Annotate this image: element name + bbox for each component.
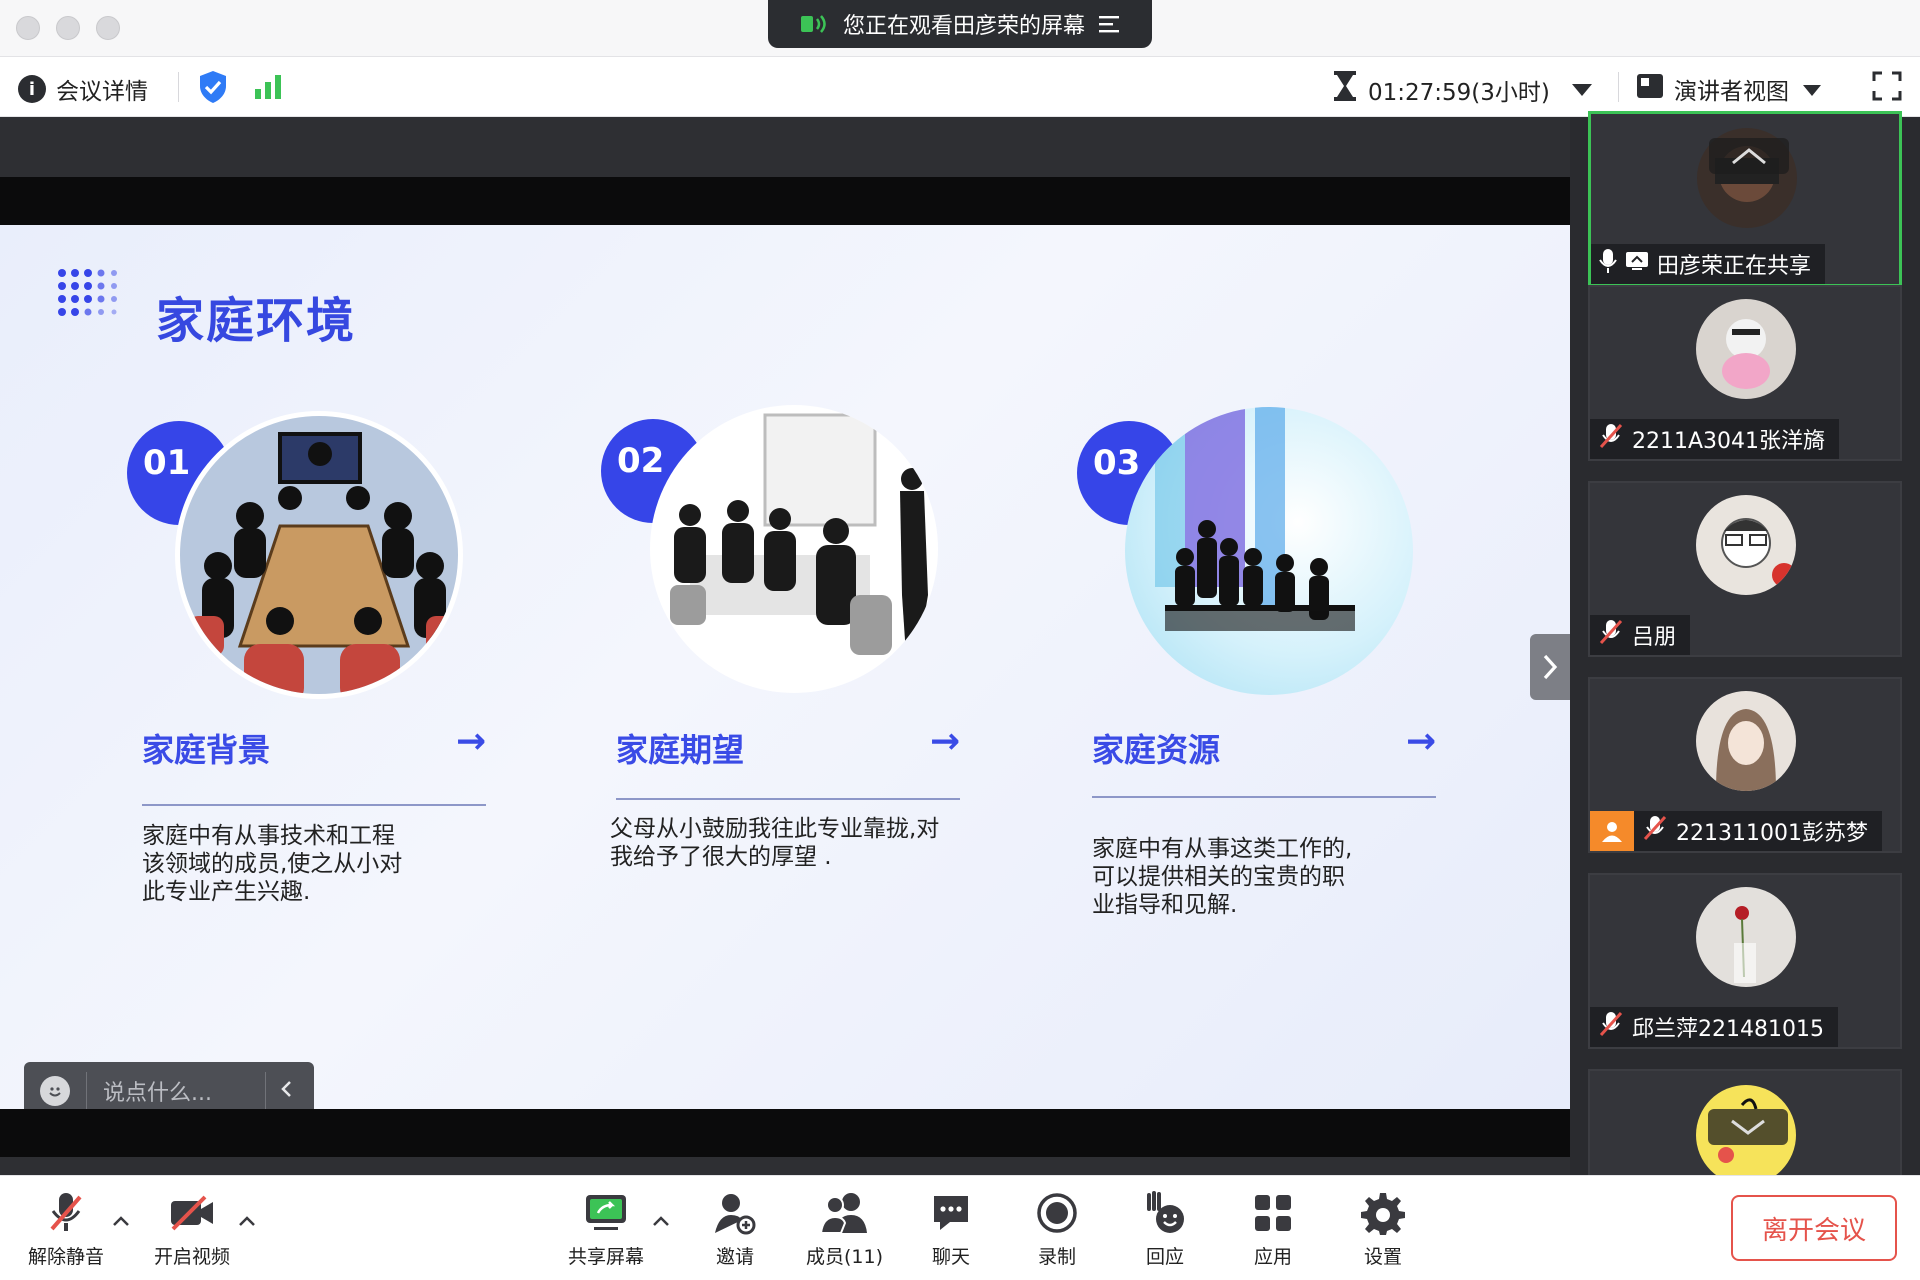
video-off-icon xyxy=(167,1190,217,1236)
chevron-down-icon[interactable] xyxy=(1708,1109,1788,1145)
mic-muted-icon xyxy=(1642,815,1668,847)
presentation-slide: 家庭环境 01 家庭背景 → 家庭中有从事技术和工程 该领域的成员,使之从小对 … xyxy=(0,225,1570,1109)
avatar xyxy=(1696,495,1796,595)
participant-tile[interactable]: 邱兰萍221481015 xyxy=(1588,873,1902,1049)
meeting-info-bar: i 会议详情 01:27:59(3小时) 演讲者视图 xyxy=(0,57,1920,117)
start-video-button[interactable]: 开启视频 xyxy=(154,1190,230,1269)
participant-nameplate: 221311001彭苏梦 xyxy=(1590,811,1882,851)
card-title: 家庭期望 xyxy=(616,731,745,769)
quick-chat-box[interactable]: 说点什么... xyxy=(24,1062,314,1109)
meeting-toolbar: 解除静音 开启视频 共享屏幕 邀请 成员(11) 聊天 录制 回应 应用 设置 … xyxy=(0,1175,1920,1280)
card-description: 家庭中有从事这类工作的, 可以提供相关的宝贵的职 业指导和见解. xyxy=(1092,836,1353,918)
user-avatar-icon xyxy=(1590,811,1634,851)
window-minimize-button[interactable] xyxy=(56,16,80,40)
dots-decoration-icon xyxy=(58,269,117,316)
members-icon xyxy=(820,1190,870,1236)
network-signal-icon[interactable] xyxy=(254,71,284,105)
participant-name: 221311001彭苏梦 xyxy=(1676,821,1868,846)
participant-tile[interactable]: 2211A3041张洋旖 xyxy=(1588,285,1902,461)
card-description: 家庭中有从事技术和工程 该领域的成员,使之从小对 此专业产生兴趣. xyxy=(142,823,403,905)
shared-screen-stage: 家庭环境 01 家庭背景 → 家庭中有从事技术和工程 该领域的成员,使之从小对 … xyxy=(0,117,1570,1175)
chevron-up-icon[interactable] xyxy=(1709,138,1789,174)
participant-nameplate: 2211A3041张洋旖 xyxy=(1590,419,1840,459)
mic-muted-icon xyxy=(1598,423,1624,455)
gear-icon xyxy=(1358,1190,1408,1236)
avatar xyxy=(1696,691,1796,791)
unmute-button[interactable]: 解除静音 xyxy=(28,1190,104,1269)
participant-panel: 田彦荣正在共享 2211A3041张洋旖 吕朋 221311001彭苏梦 邱兰萍… xyxy=(1570,111,1920,1185)
view-mode-label: 演讲者视图 xyxy=(1674,79,1789,105)
security-shield-icon[interactable] xyxy=(198,70,228,108)
window-close-button[interactable] xyxy=(16,16,40,40)
participant-nameplate: 邱兰萍221481015 xyxy=(1590,1007,1838,1047)
collapse-panel-button[interactable] xyxy=(1530,634,1570,700)
office-team-photo xyxy=(1125,407,1413,695)
card-title: 家庭资源 xyxy=(1092,731,1221,769)
record-icon xyxy=(1032,1190,1082,1236)
participant-nameplate: 吕朋 xyxy=(1590,615,1691,655)
screen-share-icon xyxy=(1625,251,1649,277)
meeting-room-photo xyxy=(175,411,463,699)
window-zoom-button[interactable] xyxy=(96,16,120,40)
fullscreen-icon[interactable] xyxy=(1872,71,1902,105)
banner-menu-icon[interactable] xyxy=(1099,14,1121,34)
invite-button[interactable]: 邀请 xyxy=(710,1190,760,1269)
screen-share-banner-text: 您正在观看田彦荣的屏幕 xyxy=(842,14,1085,39)
arrow-right-icon: → xyxy=(1406,721,1437,762)
settings-button[interactable]: 设置 xyxy=(1358,1190,1408,1269)
chevron-up-icon[interactable] xyxy=(112,1212,130,1231)
members-button[interactable]: 成员(11) xyxy=(806,1190,883,1269)
react-button[interactable]: 回应 xyxy=(1140,1190,1190,1269)
share-screen-icon xyxy=(581,1190,631,1236)
chevron-left-icon[interactable] xyxy=(280,1079,292,1104)
emoji-icon[interactable] xyxy=(40,1076,70,1106)
arrow-right-icon: → xyxy=(456,721,487,762)
window-titlebar: 您正在观看田彦荣的屏幕 xyxy=(0,0,1920,57)
participant-tile[interactable]: 221311001彭苏梦 xyxy=(1588,677,1902,853)
chevron-down-icon xyxy=(1803,76,1821,102)
card-title: 家庭背景 xyxy=(142,731,271,769)
chat-button[interactable]: 聊天 xyxy=(926,1190,976,1269)
participant-nameplate: 田彦荣正在共享 xyxy=(1591,244,1826,284)
presentation-photo xyxy=(650,405,938,693)
chat-input-placeholder[interactable]: 说点什么... xyxy=(103,1075,265,1107)
meeting-details-button[interactable]: i 会议详情 xyxy=(18,72,148,106)
invite-user-icon xyxy=(710,1190,760,1236)
card-description: 父母从小鼓励我往此专业靠拢,对 我给予了很大的厚望 . xyxy=(610,816,940,870)
participant-name: 田彦荣正在共享 xyxy=(1657,254,1812,279)
chevron-up-icon[interactable] xyxy=(238,1212,256,1231)
meeting-timer: 01:27:59(3小时) xyxy=(1368,80,1550,106)
timer-hourglass-icon xyxy=(1334,71,1356,105)
view-mode-button[interactable]: 演讲者视图 xyxy=(1636,72,1821,106)
participant-name: 吕朋 xyxy=(1632,625,1677,650)
mic-icon xyxy=(1599,248,1617,280)
meeting-details-label: 会议详情 xyxy=(56,79,148,105)
participant-name: 2211A3041张洋旖 xyxy=(1632,429,1826,454)
screen-share-speaker-icon xyxy=(799,13,829,35)
screen-share-banner[interactable]: 您正在观看田彦荣的屏幕 xyxy=(768,0,1152,48)
participant-tile[interactable] xyxy=(1588,1069,1902,1185)
avatar xyxy=(1696,299,1796,399)
leave-meeting-button[interactable]: 离开会议 xyxy=(1731,1195,1897,1261)
chevron-right-icon xyxy=(1543,654,1558,680)
record-button[interactable]: 录制 xyxy=(1032,1190,1082,1269)
chat-bubble-icon xyxy=(926,1190,976,1236)
participant-tile[interactable]: 吕朋 xyxy=(1588,481,1902,657)
speaker-view-icon xyxy=(1636,73,1664,105)
mic-muted-icon xyxy=(1598,1011,1624,1043)
reaction-hand-icon xyxy=(1140,1190,1190,1236)
chevron-down-icon[interactable] xyxy=(1572,81,1592,100)
mic-muted-icon xyxy=(41,1190,91,1236)
apps-grid-icon xyxy=(1248,1190,1298,1236)
participant-tile[interactable]: 田彦荣正在共享 xyxy=(1588,111,1902,287)
participant-name: 邱兰萍221481015 xyxy=(1632,1017,1824,1042)
mic-muted-icon xyxy=(1598,619,1624,651)
avatar xyxy=(1696,887,1796,987)
share-screen-button[interactable]: 共享屏幕 xyxy=(568,1190,644,1269)
info-icon: i xyxy=(18,75,46,103)
slide-title: 家庭环境 xyxy=(156,293,357,349)
arrow-right-icon: → xyxy=(930,721,961,762)
apps-button[interactable]: 应用 xyxy=(1248,1190,1298,1269)
chevron-up-icon[interactable] xyxy=(652,1212,670,1231)
